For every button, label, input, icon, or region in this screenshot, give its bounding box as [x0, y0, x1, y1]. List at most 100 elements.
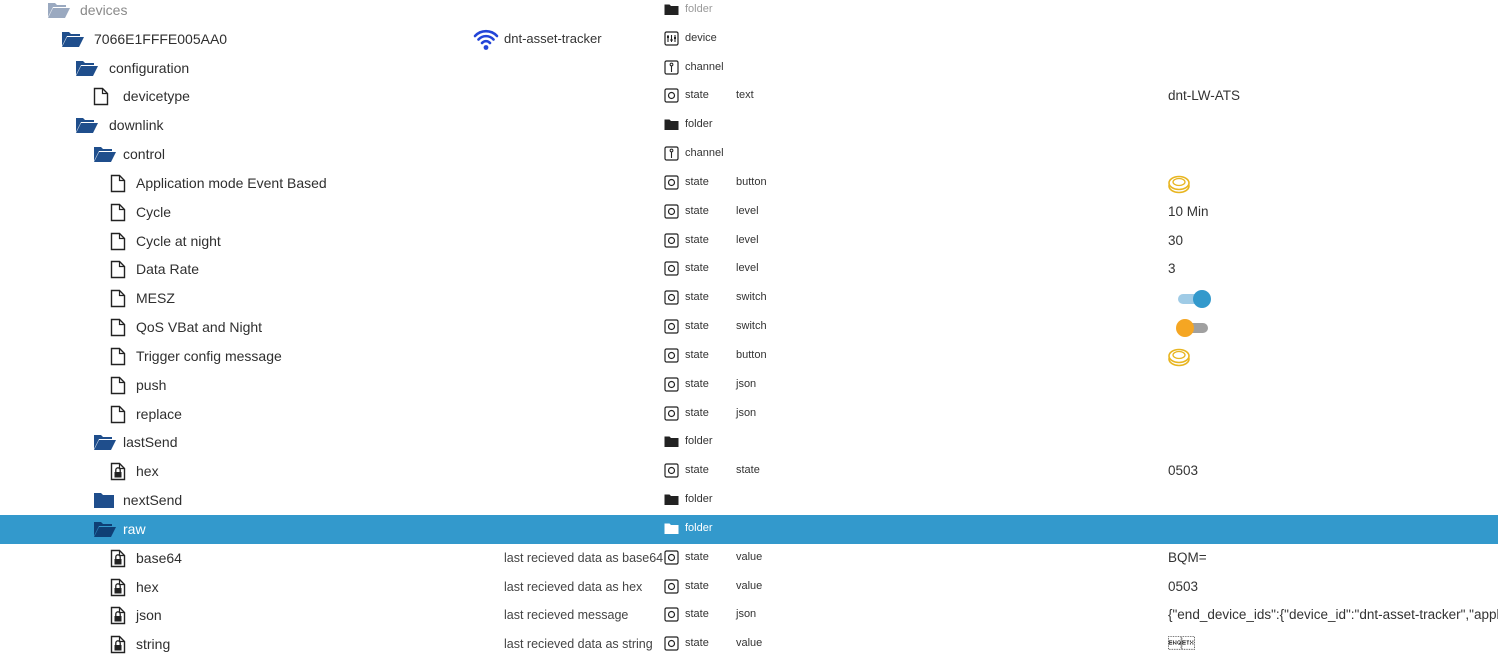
object-value[interactable]: 30: [1168, 233, 1498, 248]
tree-item-name[interactable]: configuration: [109, 60, 189, 76]
tree-row[interactable]: replace state json: [0, 400, 1498, 429]
tree-row[interactable]: hex last recieved data as hex state value 05…: [0, 573, 1498, 602]
tree-item-name[interactable]: downlink: [109, 117, 163, 133]
tree-item-name[interactable]: nextSend: [123, 492, 182, 508]
tree-row[interactable]: downlink folder: [0, 111, 1498, 140]
file-icon[interactable]: [110, 260, 126, 284]
file-lock-icon[interactable]: [110, 462, 126, 486]
file-icon[interactable]: [110, 203, 126, 227]
tree-item-name[interactable]: Application mode Event Based: [136, 175, 327, 191]
folder-open-icon[interactable]: [61, 29, 85, 54]
tree-item-name[interactable]: hex: [136, 579, 159, 595]
folder-open-icon[interactable]: [47, 0, 71, 25]
tree-item-name[interactable]: QoS VBat and Night: [136, 319, 262, 335]
tree-row[interactable]: nextSend folder: [0, 486, 1498, 515]
file-icon[interactable]: [110, 232, 126, 256]
folder-closed-icon[interactable]: [93, 491, 115, 514]
object-value[interactable]: : [1168, 636, 1498, 651]
tree-row[interactable]: devices folder: [0, 0, 1498, 25]
tree-item-name[interactable]: push: [136, 377, 166, 393]
object-value[interactable]: 10 Min: [1168, 204, 1498, 219]
tree-row[interactable]: configuration channel: [0, 54, 1498, 83]
tree-row[interactable]: json last recieved message state json {"end_…: [0, 601, 1498, 630]
folder-icon: [664, 434, 679, 454]
file-lock-icon[interactable]: [110, 635, 126, 659]
tree-item-name[interactable]: devicetype: [123, 88, 190, 104]
button-icon[interactable]: [1167, 345, 1191, 374]
file-icon[interactable]: [110, 376, 126, 400]
tree-row[interactable]: control channel: [0, 140, 1498, 169]
state-icon: [664, 175, 679, 195]
file-icon[interactable]: [110, 174, 126, 198]
object-description: last recieved data as string: [504, 637, 653, 652]
state-icon: [664, 204, 679, 224]
object-type: state: [685, 637, 709, 650]
file-lock-icon[interactable]: [110, 578, 126, 602]
tree-item-name[interactable]: replace: [136, 406, 182, 422]
state-icon: [664, 261, 679, 281]
tree-row[interactable]: raw folder: [0, 514, 1498, 544]
tree-item-name[interactable]: Cycle: [136, 204, 171, 220]
tree-row[interactable]: string last recieved data as string state v…: [0, 630, 1498, 659]
object-role: value: [736, 550, 763, 563]
folder-icon: [664, 2, 679, 22]
file-icon[interactable]: [110, 318, 126, 342]
tree-row[interactable]: push state json: [0, 371, 1498, 400]
tree-item-name[interactable]: json: [136, 607, 162, 623]
tree-item-name[interactable]: raw: [123, 521, 146, 537]
tree-item-name[interactable]: hex: [136, 463, 159, 479]
file-icon[interactable]: [110, 347, 126, 371]
object-value[interactable]: BQM=: [1168, 550, 1498, 565]
tree-row[interactable]: Cycle at night state level 30: [0, 227, 1498, 256]
tree-row[interactable]: Trigger config message state button: [0, 342, 1498, 371]
object-role: text: [736, 89, 754, 102]
toggle-on[interactable]: [1176, 289, 1216, 309]
tree-item-name[interactable]: Cycle at night: [136, 233, 221, 249]
tree-row[interactable]: MESZ state switch: [0, 284, 1498, 313]
object-value[interactable]: 0503: [1168, 463, 1498, 478]
tree-item-name[interactable]: 7066E1FFFE005AA0: [94, 31, 227, 47]
object-type: state: [685, 175, 709, 188]
object-value[interactable]: 3: [1168, 261, 1498, 276]
tree-item-name[interactable]: Data Rate: [136, 261, 199, 277]
folder-icon: [664, 117, 679, 137]
button-icon[interactable]: [1167, 172, 1191, 201]
folder-open-icon[interactable]: [75, 115, 99, 140]
tree-row[interactable]: lastSend folder: [0, 428, 1498, 457]
file-lock-icon[interactable]: [110, 549, 126, 573]
object-type: state: [685, 291, 709, 304]
tree-row[interactable]: base64 last recieved data as base64 state v…: [0, 544, 1498, 573]
folder-open-icon[interactable]: [93, 144, 117, 169]
folder-open-icon[interactable]: [75, 58, 99, 83]
object-value[interactable]: dnt-LW-ATS: [1168, 88, 1498, 103]
file-icon[interactable]: [110, 289, 126, 313]
folder-open-icon[interactable]: [93, 519, 117, 544]
toggle-off[interactable]: [1176, 318, 1216, 338]
object-value[interactable]: {"end_device_ids":{"device_id":"dnt-asse…: [1168, 607, 1498, 622]
tree-row[interactable]: Application mode Event Based state button: [0, 169, 1498, 198]
tree-row[interactable]: hex state state 0503: [0, 457, 1498, 486]
tree-row[interactable]: devicetype state text dnt-LW-ATS: [0, 82, 1498, 111]
tree-item-name[interactable]: base64: [136, 550, 182, 566]
file-icon[interactable]: [110, 405, 126, 429]
tree-row[interactable]: 7066E1FFFE005AA0 dnt-asset-tracker device: [0, 25, 1498, 54]
tree-item-name[interactable]: string: [136, 636, 170, 652]
tree-item-name[interactable]: Trigger config message: [136, 348, 282, 364]
tree-row[interactable]: Cycle state level 10 Min: [0, 198, 1498, 227]
tree-row[interactable]: Data Rate state level 3: [0, 255, 1498, 284]
tree-item-name[interactable]: lastSend: [123, 434, 177, 450]
tree-item-name[interactable]: control: [123, 146, 165, 162]
tree-item-name[interactable]: MESZ: [136, 290, 175, 306]
file-lock-icon[interactable]: [110, 606, 126, 630]
object-value[interactable]: 0503: [1168, 579, 1498, 594]
tree-item-name[interactable]: devices: [80, 2, 127, 18]
file-icon[interactable]: [93, 87, 109, 111]
tree-row[interactable]: QoS VBat and Night state switch: [0, 313, 1498, 342]
state-icon: [664, 290, 679, 310]
object-type: folder: [685, 435, 713, 448]
object-role: value: [736, 579, 763, 592]
channel-icon: [664, 60, 679, 80]
folder-open-icon[interactable]: [93, 432, 117, 457]
object-role: json: [736, 406, 757, 419]
object-role: switch: [736, 291, 767, 304]
